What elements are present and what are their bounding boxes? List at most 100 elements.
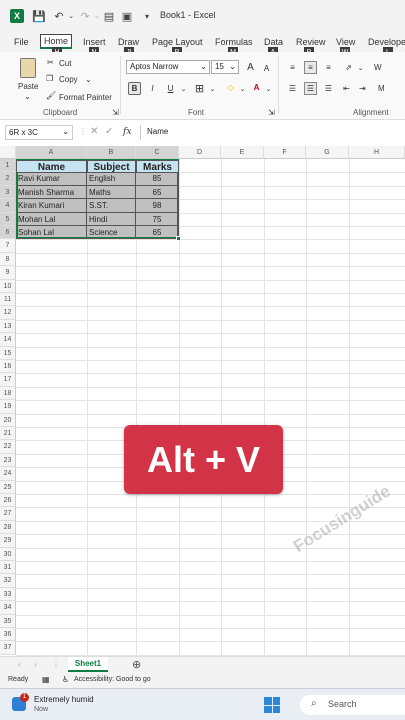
align-bottom-icon[interactable]: ≡ xyxy=(322,61,335,74)
row-header[interactable]: 24 xyxy=(0,467,16,481)
font-color-dropdown-icon[interactable]: ⌄ xyxy=(262,82,275,95)
column-header[interactable]: D xyxy=(179,146,221,159)
merge-button[interactable]: M xyxy=(378,84,385,93)
worksheet-grid[interactable]: A B C D E F G H 1 2 3 4 5 6 7 8 9 10 11 12 13 14 15 16 17 18 19 20 2… xyxy=(0,146,405,656)
form-icon[interactable]: ▤ xyxy=(102,9,116,23)
sheet-tab-sheet1[interactable]: Sheet1 xyxy=(68,657,108,672)
font-size-select[interactable]: 15 ⌄ xyxy=(211,60,239,74)
customize-icon[interactable]: ▾ xyxy=(140,9,154,23)
tab-formulas[interactable]: Formulas xyxy=(215,37,253,47)
row-header[interactable]: 20 xyxy=(0,413,16,427)
windows-start-icon[interactable] xyxy=(264,697,280,713)
undo-dropdown-icon[interactable]: ⌄ xyxy=(64,9,78,23)
table-cell[interactable]: Maths xyxy=(87,185,136,200)
table-cell[interactable]: Science xyxy=(87,226,136,240)
column-header[interactable]: F xyxy=(264,146,306,159)
column-header[interactable]: C xyxy=(136,146,179,159)
tab-view[interactable]: View xyxy=(336,37,355,47)
tab-review[interactable]: Review xyxy=(296,37,326,47)
formula-input[interactable]: Name xyxy=(140,125,405,140)
prev-sheet-icon[interactable]: ‹ xyxy=(18,660,21,669)
row-header[interactable]: 26 xyxy=(0,494,16,508)
tab-file[interactable]: File xyxy=(14,37,29,47)
grow-font-button[interactable]: A xyxy=(244,61,257,74)
column-header[interactable]: H xyxy=(349,146,405,159)
fill-color-dropdown-icon[interactable]: ⌄ xyxy=(236,82,249,95)
enter-icon[interactable]: ✓ xyxy=(105,126,113,137)
column-header[interactable]: E xyxy=(221,146,264,159)
row-header[interactable]: 2 xyxy=(0,172,16,186)
header-cell[interactable]: Marks xyxy=(136,160,179,174)
row-header[interactable]: 33 xyxy=(0,587,16,602)
row-header[interactable]: 32 xyxy=(0,574,16,588)
decrease-indent-icon[interactable]: ⇤ xyxy=(340,82,353,95)
row-header[interactable]: 36 xyxy=(0,628,16,642)
format-painter-button[interactable]: Format Painter xyxy=(59,93,112,102)
table-cell[interactable]: Sohan Lal xyxy=(16,226,87,240)
align-middle-icon[interactable]: ≡ xyxy=(304,61,317,74)
row-header[interactable]: 27 xyxy=(0,507,16,521)
tab-developer[interactable]: Develope xyxy=(368,37,405,47)
copy-dropdown-icon[interactable]: ⌄ xyxy=(85,75,92,84)
table-cell[interactable]: 98 xyxy=(136,199,179,213)
underline-dropdown-icon[interactable]: ⌄ xyxy=(177,82,190,95)
more-options-icon[interactable]: ⋮ xyxy=(79,127,87,136)
underline-button[interactable]: U xyxy=(164,82,177,95)
row-header[interactable]: 28 xyxy=(0,520,16,535)
row-header[interactable]: 23 xyxy=(0,453,16,468)
row-header[interactable]: 6 xyxy=(0,226,16,240)
row-header[interactable]: 16 xyxy=(0,360,16,374)
bold-button[interactable]: B xyxy=(128,82,141,95)
column-header[interactable]: A xyxy=(16,146,87,159)
align-right-icon[interactable]: ☰ xyxy=(322,82,335,95)
row-header[interactable]: 9 xyxy=(0,266,16,280)
select-all-corner[interactable] xyxy=(0,146,16,159)
row-header[interactable]: 4 xyxy=(0,199,16,213)
paste-button[interactable]: Paste ⌄ xyxy=(16,58,40,101)
table-cell[interactable]: 85 xyxy=(136,172,179,186)
row-header[interactable]: 13 xyxy=(0,319,16,334)
table-cell[interactable]: Ravi Kumar xyxy=(16,172,87,186)
cut-button[interactable]: Cut xyxy=(59,59,71,68)
row-header[interactable]: 11 xyxy=(0,293,16,307)
tab-draw[interactable]: Draw xyxy=(118,37,139,47)
name-box[interactable]: 6R x 3C ⌄ xyxy=(5,125,73,140)
borders-icon[interactable]: ⊞ xyxy=(193,82,206,95)
next-sheet-icon[interactable]: › xyxy=(34,660,37,669)
row-header[interactable]: 25 xyxy=(0,480,16,494)
table-cell[interactable]: 65 xyxy=(136,185,179,200)
tab-insert[interactable]: Insert xyxy=(83,37,106,47)
table-cell[interactable]: S.ST. xyxy=(87,199,136,213)
font-name-select[interactable]: Aptos Narrow ⌄ xyxy=(126,60,210,74)
table-cell[interactable]: 75 xyxy=(136,212,179,226)
row-header[interactable]: 8 xyxy=(0,252,16,267)
fill-handle[interactable] xyxy=(176,236,181,242)
row-header[interactable]: 7 xyxy=(0,239,16,253)
row-header[interactable]: 21 xyxy=(0,427,16,441)
row-header[interactable]: 1 xyxy=(0,159,16,173)
table-cell[interactable]: English xyxy=(87,172,136,186)
row-header[interactable]: 30 xyxy=(0,547,16,561)
macro-record-icon[interactable]: ▦ xyxy=(42,675,50,684)
clipboard-launcher-icon[interactable]: ⇲ xyxy=(112,108,119,117)
copy-button[interactable]: Copy xyxy=(59,75,78,84)
taskbar-search[interactable]: ⌕ Search xyxy=(300,695,405,715)
row-header[interactable]: 17 xyxy=(0,373,16,387)
align-center-icon[interactable]: ☰ xyxy=(304,82,317,95)
table-cell[interactable]: Mohan Lal xyxy=(16,212,87,226)
align-left-icon[interactable]: ☰ xyxy=(286,82,299,95)
orientation-dropdown-icon[interactable]: ⌄ xyxy=(354,61,367,74)
row-header[interactable]: 12 xyxy=(0,306,16,320)
borders-dropdown-icon[interactable]: ⌄ xyxy=(206,82,219,95)
row-header[interactable]: 10 xyxy=(0,279,16,293)
row-header[interactable]: 14 xyxy=(0,333,16,347)
row-header[interactable]: 37 xyxy=(0,641,16,655)
row-header[interactable]: 15 xyxy=(0,346,16,360)
shrink-font-button[interactable]: A xyxy=(260,62,273,75)
row-header[interactable]: 5 xyxy=(0,212,16,226)
row-header[interactable]: 29 xyxy=(0,534,16,548)
save-icon[interactable]: 💾 xyxy=(32,9,46,23)
row-header[interactable]: 3 xyxy=(0,185,16,200)
header-cell[interactable]: Subject xyxy=(87,160,136,174)
cancel-icon[interactable]: ✕ xyxy=(90,126,98,137)
